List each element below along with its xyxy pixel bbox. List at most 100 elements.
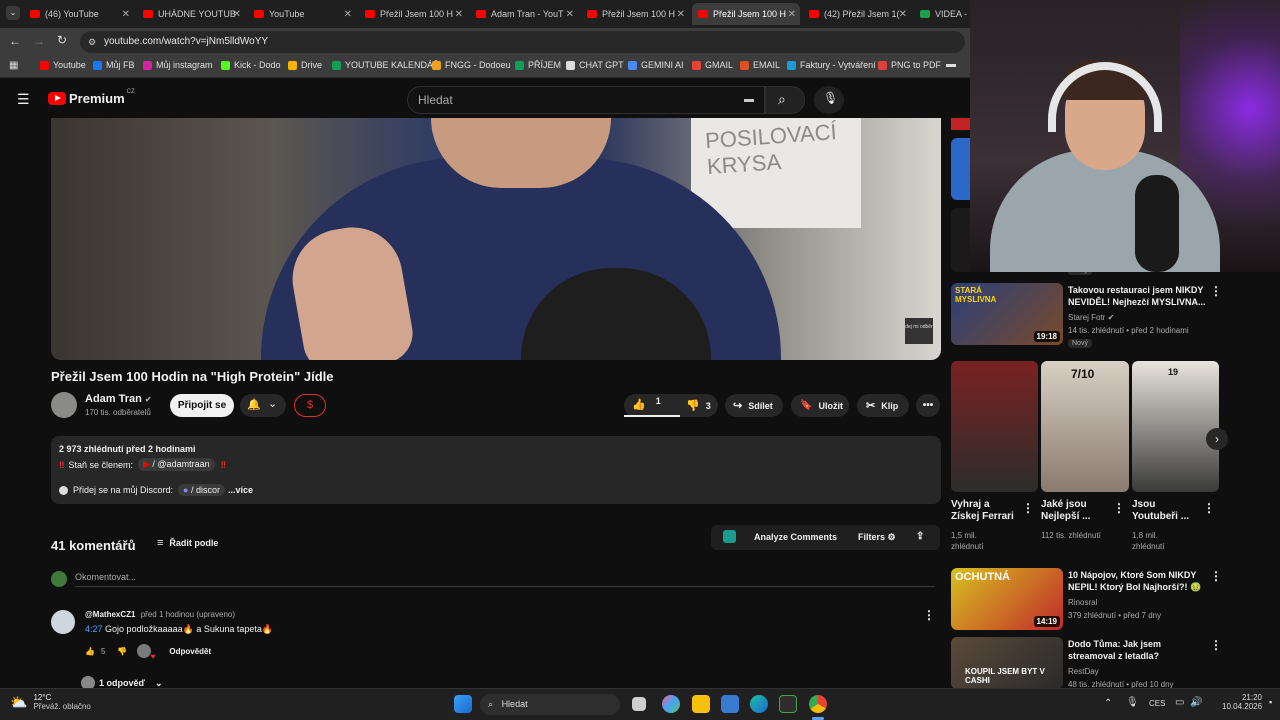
bookmark-item[interactable]: CHAT GPT (566, 60, 624, 70)
tab-search-button[interactable]: ⌄ (6, 6, 20, 20)
comment-dislike-icon[interactable]: 👎 (117, 647, 127, 656)
short-title[interactable]: Vyhraj a Získej Ferrari (951, 499, 1019, 523)
reply-button[interactable]: Odpovědět (169, 647, 211, 656)
comment-author-avatar[interactable] (51, 610, 75, 634)
close-tab-icon[interactable]: ✕ (233, 9, 241, 20)
network-icon[interactable]: ▭ (1175, 697, 1184, 708)
more-actions-button[interactable]: ••• (916, 394, 940, 417)
short-menu-icon[interactable]: ⋮ (1203, 501, 1215, 515)
related-video-channel[interactable]: Rinosral (1068, 597, 1097, 608)
video-menu-icon[interactable]: ⋮ (1210, 569, 1222, 583)
video-menu-icon[interactable]: ⋮ (1210, 284, 1222, 298)
video-player[interactable]: POSILOVACÍ KRYSA dej mi odběr (51, 118, 941, 360)
browser-tab[interactable]: UHÁDNE YOUTUB ✕ (137, 3, 245, 25)
discord-link[interactable]: ● / discor (178, 484, 226, 496)
related-video-title[interactable]: Takovou restauraci jsem NIKDY NEVIDĚL! N… (1068, 284, 1208, 308)
analyze-comments-button[interactable]: Analyze Comments (754, 532, 837, 542)
related-video-channel[interactable]: RestDay (1068, 666, 1099, 677)
clock[interactable]: 21:20 10.04.2026 (1222, 693, 1262, 711)
bookmark-item[interactable]: GMAIL (692, 60, 733, 70)
bookmark-overflow-icon[interactable]: ▬ (946, 59, 956, 70)
site-info-icon[interactable]: ⚙ (88, 31, 96, 53)
dislike-button[interactable]: 👎 3 (680, 399, 711, 412)
store-icon[interactable] (721, 695, 739, 713)
shorts-next-button[interactable]: › (1206, 428, 1228, 450)
bookmark-item[interactable]: Drive (288, 60, 322, 70)
close-tab-icon[interactable]: ✕ (677, 9, 685, 20)
bookmark-item[interactable]: Faktury - Vytváření (787, 60, 876, 70)
member-link[interactable]: ▶ / @adamtraan (137, 458, 215, 471)
notification-icon[interactable]: ▪ (1269, 697, 1272, 707)
short-thumbnail[interactable]: 19 (1132, 361, 1219, 492)
tray-chevron-icon[interactable]: ⌃ (1104, 698, 1112, 709)
description-box[interactable]: 2 973 zhlédnutí před 2 hodinami ‼ Staň s… (51, 436, 941, 504)
keyboard-icon[interactable]: ▬ (744, 87, 754, 113)
weather-widget[interactable]: ⛅ 12°C Převáž. oblačno (10, 693, 91, 711)
bookmark-item[interactable]: EMAIL (740, 60, 780, 70)
forward-icon[interactable]: → (33, 34, 45, 48)
bookmark-item[interactable]: FNGG - Dodoeu (432, 60, 511, 70)
clip-button[interactable]: ✂ Klip (857, 394, 909, 417)
browser-tab[interactable]: (42) Přežil Jsem 1(✕ (803, 3, 911, 25)
short-menu-icon[interactable]: ⋮ (1113, 501, 1125, 515)
browser-tab[interactable]: YouTube ✕ (248, 3, 356, 25)
browser-tab[interactable]: Přežil Jsem 100 H ✕ (359, 3, 467, 25)
youtube-logo[interactable]: Premium CZ (48, 89, 135, 106)
browser-tab[interactable]: Přežil Jsem 100 H ✕ (692, 3, 800, 25)
bookmark-item[interactable]: PŘÍJEM (515, 60, 561, 70)
sidebar-partial-thumb-2[interactable] (951, 138, 970, 200)
copilot-icon[interactable] (662, 695, 680, 713)
short-thumbnail[interactable]: 7/10 (1041, 361, 1129, 492)
thanks-button[interactable]: $ (294, 394, 326, 417)
language-indicator[interactable]: CES (1149, 699, 1165, 708)
volume-icon[interactable]: 🔊 (1190, 697, 1202, 708)
mic-tray-icon[interactable]: 🎙 (1126, 697, 1139, 708)
search-button[interactable]: ⌕ (765, 86, 805, 114)
close-tab-icon[interactable]: ✕ (455, 9, 463, 20)
comment-like-icon[interactable]: 👍 (85, 647, 95, 656)
notification-button[interactable]: 🔔 ⌄ (240, 394, 286, 417)
description-more[interactable]: ...více (228, 485, 253, 495)
sort-button[interactable]: ≡ Řadit podle (157, 537, 218, 549)
comment-author[interactable]: @MathexCZ1 (85, 610, 135, 619)
voice-search-button[interactable]: 🎙 (814, 86, 844, 114)
short-title[interactable]: Jaké jsou Nejlepší ... (1041, 499, 1111, 523)
save-button[interactable]: 🔖 Uložit (791, 394, 849, 417)
related-video-thumbnail[interactable]: STARÁ MYSLIVNA 19:18 (951, 283, 1063, 345)
terminal-icon[interactable] (779, 695, 797, 713)
bookmark-item[interactable]: YOUTUBE KALENDÁŘ (332, 60, 440, 70)
bookmark-item[interactable]: PNG to PDF (878, 60, 941, 70)
related-video-title[interactable]: 10 Nápojov, Ktoré Som NIKDY NEPIL! Ktorý… (1068, 569, 1208, 593)
browser-tab[interactable]: (46) YouTube ✕ (24, 3, 134, 25)
chrome-icon[interactable] (809, 695, 827, 713)
menu-icon[interactable]: ☰ (17, 91, 30, 108)
like-button[interactable]: 👍 1 (624, 394, 680, 417)
comment-timestamp-link[interactable]: 4:27 (85, 624, 103, 634)
search-input[interactable]: Hledat ▬ (407, 86, 765, 114)
short-title[interactable]: Jsou Youtubeři ... (1132, 499, 1202, 523)
bookmark-item[interactable]: Youtube (40, 60, 86, 70)
back-icon[interactable]: ← (9, 34, 21, 48)
browser-tab[interactable]: VIDEA - D (914, 3, 974, 25)
browser-tab[interactable]: Přežil Jsem 100 H ✕ (581, 3, 689, 25)
export-icon[interactable]: ⇪ (916, 531, 924, 542)
apps-grid-icon[interactable]: ▦ (9, 60, 18, 71)
comment-menu-icon[interactable]: ⋮ (923, 608, 935, 622)
channel-avatar[interactable] (51, 392, 77, 418)
short-menu-icon[interactable]: ⋮ (1022, 501, 1034, 515)
related-video-title[interactable]: Dodo Tůma: Jak jsem streamoval z letadla… (1068, 638, 1208, 662)
bookmark-item[interactable]: Můj instagram (143, 60, 213, 70)
bookmark-item[interactable]: GEMINI AI (628, 60, 684, 70)
close-tab-icon[interactable]: ✕ (788, 9, 796, 20)
task-view-icon[interactable] (632, 697, 646, 711)
bookmark-item[interactable]: Kick - Dodo (221, 60, 281, 70)
channel-watermark[interactable]: dej mi odběr (905, 318, 933, 344)
taskbar-search[interactable]: ⌕ Hledat (480, 694, 620, 715)
browser-tab[interactable]: Adam Tran - YouT ✕ (470, 3, 578, 25)
channel-label[interactable]: Starej Fotr (1068, 313, 1105, 322)
reload-icon[interactable]: ↻ (57, 33, 67, 47)
start-icon[interactable] (454, 695, 472, 713)
related-video-thumbnail[interactable]: KOUPIL JSEM BYT V CASHI (951, 637, 1063, 689)
short-thumbnail[interactable] (951, 361, 1038, 492)
close-tab-icon[interactable]: ✕ (122, 9, 130, 20)
